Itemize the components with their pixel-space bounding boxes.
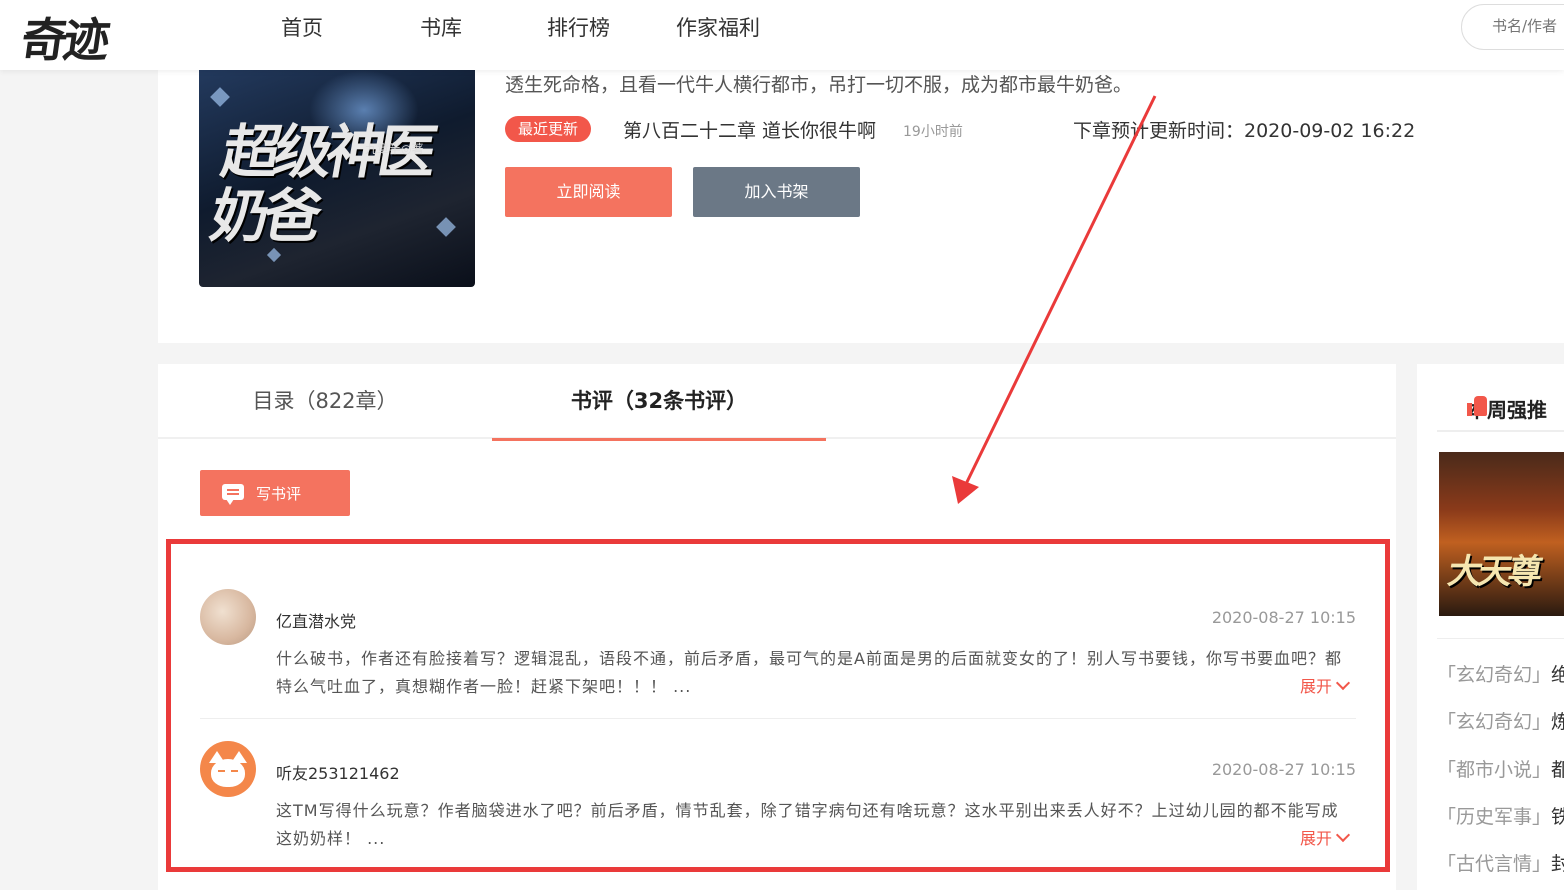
recommend-item[interactable]: 「历史军事」铁: [1437, 802, 1564, 829]
expand-button[interactable]: 展开: [1299, 825, 1351, 849]
comment-icon: [222, 484, 244, 505]
chevron-down-icon: [1335, 827, 1351, 843]
review-item: 亿直潜水党 2020-08-27 10:15 什么破书，作者还有脸接着写？逻辑混…: [200, 589, 1356, 719]
site-logo[interactable]: 奇迹: [18, 4, 157, 67]
avatar-eye: [218, 770, 225, 772]
search-box: [1461, 4, 1564, 50]
recommend-item[interactable]: 「玄幻奇幻」绝: [1437, 660, 1564, 687]
recommend-category: 「都市小说」: [1437, 759, 1552, 781]
recommend-category: 「古代言情」: [1437, 853, 1552, 875]
review-content: 什么破书，作者还有脸接着写？逻辑混乱，语段不通，前后矛盾，最可气的是A前面是男的…: [276, 649, 1342, 696]
latest-chapter-link[interactable]: 第八百二十二章 道长你很牛啊: [623, 116, 876, 143]
weekly-recommend-sidebar: 本周强推 大天尊 「玄幻奇幻」绝 「玄幻奇幻」炼 「都市小说」都 「历史军事」铁…: [1417, 364, 1564, 890]
expand-label: 展开: [1299, 677, 1332, 696]
cover-author: 九章半◎著: [365, 142, 424, 156]
expand-label: 展开: [1299, 829, 1332, 848]
updated-ago: 19小时前: [903, 124, 963, 140]
cover-decoration: [266, 247, 282, 263]
divider: [1437, 638, 1564, 639]
recommend-item[interactable]: 「都市小说」都: [1437, 755, 1564, 782]
recommend-category: 「玄幻奇幻」: [1437, 711, 1552, 733]
search-input[interactable]: [1462, 5, 1564, 35]
recommended-cover-title: 大天尊: [1444, 552, 1542, 592]
book-cover[interactable]: 超级神医奶爸 九章半◎著: [199, 70, 475, 287]
write-review-button[interactable]: 写书评: [200, 470, 350, 516]
recommend-category: 「历史军事」: [1437, 806, 1552, 828]
avatar-face: [211, 759, 245, 787]
main-content-card: 目录（822章） 书评（32条书评） 写书评 亿直潜水党 2020-08-27 …: [158, 364, 1396, 890]
logo-text: 奇迹: [17, 13, 110, 67]
site-header: 奇迹 首页 书库 排行榜 作家福利: [0, 0, 1564, 70]
chevron-down-icon: [1335, 675, 1351, 691]
expand-button[interactable]: 展开: [1299, 673, 1351, 697]
nav-library[interactable]: 书库: [420, 12, 462, 42]
review-time: 2020-08-27 10:15: [1211, 608, 1356, 627]
recommend-category: 「玄幻奇幻」: [1437, 664, 1552, 686]
tab-bar: 目录（822章） 书评（32条书评）: [158, 364, 1396, 441]
nav-home[interactable]: 首页: [281, 12, 323, 42]
book-info-card: 超级神医奶爸 九章半◎著 透生死命格，且看一代牛人横行都市，吊打一切不服，成为都…: [158, 70, 1564, 343]
review-username[interactable]: 听友253121462: [276, 760, 400, 784]
latest-update-badge: 最近更新: [505, 116, 592, 142]
read-now-button[interactable]: 立即阅读: [505, 167, 672, 217]
review-item: 听友253121462 2020-08-27 10:15 这TM写得什么玩意？作…: [200, 741, 1356, 851]
review-time: 2020-08-27 10:15: [1211, 760, 1356, 779]
recommend-title: 炼: [1551, 711, 1564, 733]
review-username[interactable]: 亿直潜水党: [276, 608, 356, 632]
sidebar-title: 本周强推: [1437, 394, 1547, 423]
latest-update-row: 最近更新 第八百二十二章 道长你很牛啊 19小时前 下章预计更新时间：2020-…: [505, 116, 1505, 144]
recommend-title: 都: [1551, 759, 1564, 781]
write-review-label: 写书评: [256, 485, 302, 503]
avatar[interactable]: [200, 589, 256, 645]
nav-ranking[interactable]: 排行榜: [547, 12, 610, 42]
review-content: 这TM写得什么玩意？作者脑袋进水了吧？前后矛盾，情节乱套，除了错字病句还有啥玩意…: [276, 801, 1339, 848]
recommended-book-cover[interactable]: 大天尊: [1439, 452, 1564, 616]
avatar-eye: [231, 770, 238, 772]
recommend-title: 铁: [1551, 806, 1564, 828]
cover-decoration: [210, 87, 230, 107]
next-update-time: 下章预计更新时间：2020-09-02 16:22: [1073, 120, 1416, 142]
add-to-shelf-button[interactable]: 加入书架: [693, 167, 860, 217]
recommend-item[interactable]: 「玄幻奇幻」炼: [1437, 707, 1564, 734]
tab-catalog[interactable]: 目录（822章）: [158, 364, 492, 439]
recommend-item[interactable]: 「古代言情」封: [1437, 849, 1564, 876]
book-description: 透生死命格，且看一代牛人横行都市，吊打一切不服，成为都市最牛奶爸。: [505, 74, 1133, 96]
tab-reviews[interactable]: 书评（32条书评）: [492, 364, 826, 441]
thumbs-up-icon: [1467, 396, 1489, 416]
nav-author-benefits[interactable]: 作家福利: [676, 12, 760, 42]
recommend-title: 封: [1551, 853, 1564, 875]
recommend-title: 绝: [1551, 664, 1564, 686]
divider: [1437, 430, 1564, 432]
avatar[interactable]: [200, 741, 256, 797]
